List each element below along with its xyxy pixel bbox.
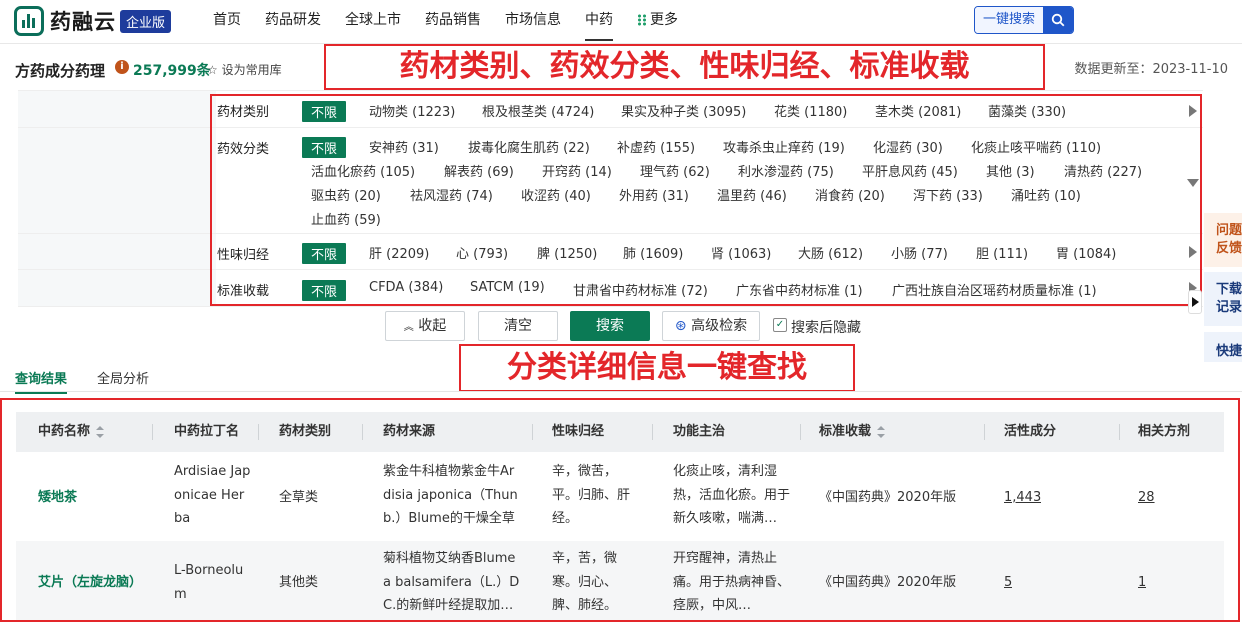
feedback-label: 问题反馈	[1216, 223, 1242, 256]
taste-meridian: 辛，微苦，平。归肺、肝经。	[552, 464, 631, 526]
col-header-label: 中药名称	[38, 424, 91, 439]
sort-icon[interactable]	[877, 425, 886, 438]
main-menu: 首页 药品研发 全球上市 药品销售 市场信息 中药 更多	[213, 0, 702, 44]
herb-category: 全草类	[279, 490, 319, 505]
taste-meridian: 辛，苦，微寒。归心、脾、肺经。	[552, 551, 618, 613]
active-ingredients-link[interactable]: 5	[1004, 571, 1012, 595]
function-indication: 开窍醒神，清热止痛。用于热病神昏、痉厥，中风…	[673, 551, 791, 613]
tab-query-results[interactable]: 查询结果	[15, 368, 68, 394]
quick-search-label: 一键搜索	[975, 7, 1043, 33]
table-row: 矮地茶 Ardisiae Japonicae Herba 全草类 紫金牛科植物紫…	[16, 456, 1224, 540]
collapse-side-icon[interactable]	[1188, 290, 1202, 314]
nav-more[interactable]: 更多	[637, 0, 678, 44]
hide-after-search-label[interactable]: 搜索后隐藏	[791, 317, 861, 337]
col-header: 药材类别	[279, 424, 332, 439]
advanced-search-icon: ⊛	[674, 318, 687, 334]
col-header[interactable]: 中药名称	[38, 412, 105, 452]
sort-icon[interactable]	[96, 425, 105, 438]
table-header: 中药名称 中药拉丁名 药材类别 药材来源 性味归经 功能主治 标准收载 活性成分…	[16, 412, 1224, 452]
collapse-label: 收起	[418, 318, 447, 334]
latin-name: L-Borneolum	[174, 563, 244, 602]
active-ingredients-link[interactable]: 1,443	[1004, 486, 1041, 510]
page-title: 方药成分药理	[15, 62, 106, 80]
nav-drug-sales[interactable]: 药品销售	[425, 0, 481, 44]
logo[interactable]: 药融云 企业版	[14, 6, 172, 36]
function-indication: 化痰止咳，清利湿热，活血化瘀。用于新久咳嗽，喘满…	[673, 464, 791, 526]
set-favorite-label: 设为常用库	[221, 63, 282, 77]
download-records-label: 下载记录	[1216, 282, 1242, 315]
collapse-button[interactable]: ︽ 收起	[385, 311, 465, 341]
nav-global-launch[interactable]: 全球上市	[345, 0, 401, 44]
feedback-button[interactable]: 问题反馈	[1204, 213, 1242, 267]
download-records-button[interactable]: 下载记录	[1204, 272, 1242, 326]
annotation-filter-callout: 药材类别、药效分类、性味归经、标准收载	[324, 44, 1045, 90]
result-tabs: 查询结果 全局分析	[0, 360, 1242, 394]
advanced-search-button[interactable]: ⊛ 高级检索	[662, 311, 760, 341]
search-button[interactable]: 搜索	[570, 311, 650, 341]
col-header[interactable]: 标准收载	[819, 412, 886, 452]
logo-icon	[14, 6, 44, 36]
tab-global-analysis[interactable]: 全局分析	[97, 368, 149, 387]
shortcut-button[interactable]: 快捷	[1204, 332, 1242, 362]
nav-tcm[interactable]: 中药	[585, 0, 613, 44]
collapse-icon: ︽	[403, 322, 414, 333]
shortcut-label: 快捷	[1216, 344, 1242, 359]
set-favorite-button[interactable]: ☆ 设为常用库	[207, 61, 282, 78]
edition-badge: 企业版	[120, 9, 172, 33]
results-table: 中药名称 中药拉丁名 药材类别 药材来源 性味归经 功能主治 标准收载 活性成分…	[0, 398, 1240, 622]
col-header: 性味归经	[552, 424, 605, 439]
nav-more-label: 更多	[650, 12, 678, 28]
logo-text: 药融云	[50, 10, 116, 34]
nav-drug-rd[interactable]: 药品研发	[265, 0, 321, 44]
herb-source: 菊科植物艾纳香Blumea balsamifera（L.）DC.的新鲜叶经提取加…	[383, 551, 520, 613]
nav-market-info[interactable]: 市场信息	[505, 0, 561, 44]
hide-after-search-checkbox[interactable]: ✓	[773, 318, 787, 332]
info-icon[interactable]: i	[115, 60, 129, 74]
clear-button[interactable]: 清空	[478, 311, 558, 341]
herb-category: 其他类	[279, 575, 319, 590]
quick-search-button[interactable]: 一键搜索	[974, 6, 1074, 34]
col-header: 相关方剂	[1138, 424, 1191, 439]
herb-source: 紫金牛科植物紫金牛Ardisia japonica（Thunb.）Blume的干…	[383, 464, 518, 526]
col-header: 药材来源	[383, 424, 436, 439]
standard-source: 《中国药典》2020年版	[819, 575, 957, 590]
grid-dots-icon	[637, 14, 647, 26]
standard-source: 《中国药典》2020年版	[819, 490, 957, 505]
col-header: 功能主治	[673, 424, 726, 439]
related-formulas-link[interactable]: 28	[1138, 486, 1155, 510]
data-update-date: 数据更新至：2023-11-10	[1074, 62, 1228, 77]
advanced-search-label: 高级检索	[691, 318, 748, 334]
herb-name-link[interactable]: 矮地茶	[38, 486, 148, 510]
herb-name-link[interactable]: 艾片（左旋龙脑）	[38, 571, 158, 595]
record-count: 257,999条	[133, 63, 211, 79]
col-header: 中药拉丁名	[174, 424, 240, 439]
search-icon	[1043, 7, 1073, 33]
table-row: 艾片（左旋龙脑） L-Borneolum 其他类 菊科植物艾纳香Blumea b…	[16, 541, 1224, 620]
filter-highlight-frame	[210, 94, 1202, 306]
col-header: 活性成分	[1004, 424, 1057, 439]
top-nav: 药融云 企业版 首页 药品研发 全球上市 药品销售 市场信息 中药 更多 一键搜…	[0, 0, 1242, 44]
latin-name: Ardisiae Japonicae Herba	[174, 464, 251, 526]
nav-home[interactable]: 首页	[213, 0, 241, 44]
star-icon: ☆	[207, 63, 218, 77]
related-formulas-link[interactable]: 1	[1138, 571, 1146, 595]
col-header-label: 标准收载	[819, 424, 872, 439]
